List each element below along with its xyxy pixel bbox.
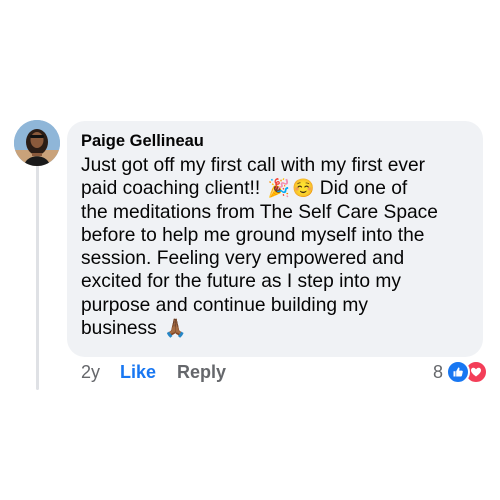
thread-line [36,164,39,390]
avatar[interactable] [14,120,60,166]
comment-line: Just got off my first call with my first… [81,155,426,176]
comment-line: excited for the future as I step into my [81,271,401,293]
comment-line: paid coaching client!! 🎉 ☺️ Did one of [81,177,469,200]
folded-hands-icon: 🙏🏾 [164,318,187,339]
party-popper-icon: 🎉 [267,178,290,199]
reaction-summary[interactable]: 8 [433,360,489,384]
reaction-count: 8 [433,361,444,382]
comment-container: Paige Gellineau Just got off my first ca… [0,0,500,500]
like-button[interactable]: Like [120,362,156,383]
like-icon [446,360,471,384]
smiling-face-icon: ☺️ [291,178,315,199]
comment-line: session. Feeling very empowered and [81,248,405,270]
comment-line-text: paid coaching client!! [81,178,261,200]
timestamp[interactable]: 2y [81,362,100,383]
comment-line: the meditations from The Self Care Space [81,201,438,223]
comment-line-text: Did one of [319,178,408,200]
comment-line-text: business [81,318,157,340]
comment-line: before to help me ground myself into the [81,224,425,246]
reply-button[interactable]: Reply [177,362,226,383]
comment-actions: 2y Like Reply [81,361,226,383]
comment-bubble: Paige Gellineau Just got off my first ca… [67,121,483,357]
author-name[interactable]: Paige Gellineau [81,131,469,151]
comment-line: purpose and continue building my [81,294,368,316]
comment-text: Just got off my first call with my first… [81,154,469,340]
comment-line: business 🙏🏾 [81,317,469,340]
